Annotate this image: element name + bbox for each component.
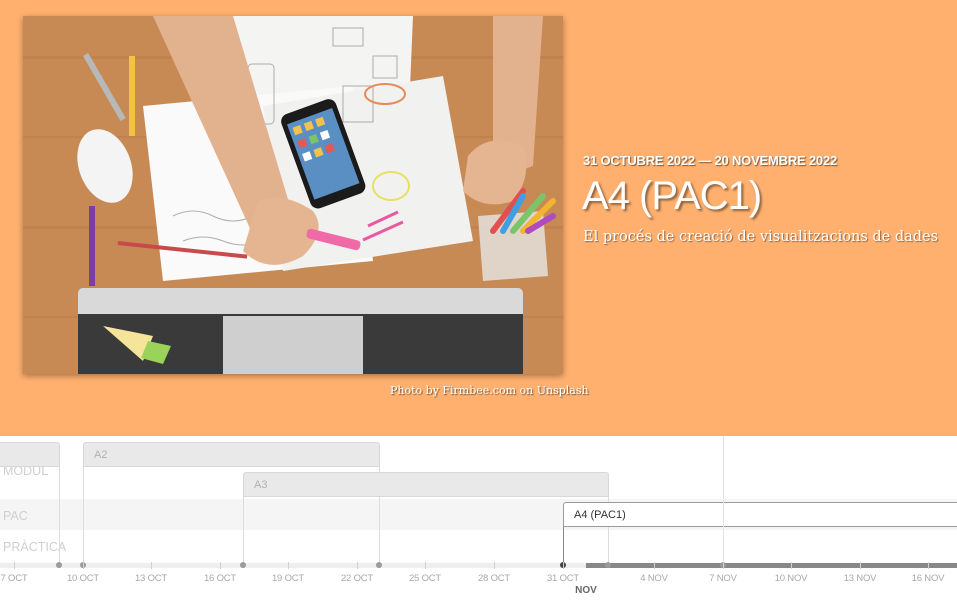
slide-title: A4 (PAC1)	[582, 174, 762, 218]
axis-tick-label: 4 NOV	[640, 573, 668, 584]
timeline-gridline	[723, 436, 724, 563]
timeline-marker-dot[interactable]	[56, 562, 62, 568]
axis-tick-label: 13 NOV	[843, 573, 877, 584]
timeline-event-a4-pac1[interactable]: A4 (PAC1)	[563, 502, 957, 527]
timeline-marker-dot[interactable]	[376, 562, 382, 568]
axis-tick	[220, 562, 221, 569]
axis-tick-label: 10 OCT	[66, 573, 100, 584]
axis-tick	[83, 562, 84, 569]
timeline-event-stem	[83, 467, 84, 563]
timeline-event-a3[interactable]: A3	[243, 472, 609, 497]
timeline-group-label-practica: PRÀCTICA	[3, 540, 67, 554]
axis-tick-label: 10 NOV	[774, 573, 808, 584]
timeline-event-stem	[59, 467, 60, 563]
photo-credit: Photo by Firmbee.com on Unsplash	[390, 384, 589, 397]
axis-tick	[494, 562, 495, 569]
axis-tick	[288, 562, 289, 569]
timeline-event-a2[interactable]: A2	[83, 442, 380, 467]
axis-tick-label: 22 OCT	[340, 573, 374, 584]
axis-tick-label: 25 OCT	[408, 573, 442, 584]
axis-tick	[14, 562, 15, 569]
slide-photo	[23, 16, 563, 374]
axis-tick-label: 7 OCT	[0, 573, 28, 584]
axis-tick-label: 31 OCT	[546, 573, 580, 584]
axis-month-label: NOV	[575, 585, 597, 596]
axis-tick	[791, 562, 792, 569]
axis-tick	[563, 562, 564, 569]
timeline-event-previous[interactable]	[0, 442, 60, 467]
slide-description: El procés de creació de visualitzacions …	[583, 229, 939, 245]
axis-tick	[928, 562, 929, 569]
timeline-marker-dot[interactable]	[240, 562, 246, 568]
slide: Photo by Firmbee.com on Unsplash 31 OCTU…	[0, 0, 957, 436]
slide-dates: 31 OCTUBRE 2022 — 20 NOVEMBRE 2022	[583, 153, 838, 168]
axis-tick	[860, 562, 861, 569]
axis-tick-label: 16 OCT	[203, 573, 237, 584]
axis-tick-label: 13 OCT	[134, 573, 168, 584]
timeline-group-label-pac: PAC	[3, 509, 28, 523]
axis-tick-label: 19 OCT	[271, 573, 305, 584]
axis-tick	[357, 562, 358, 569]
axis-tick-label: 7 NOV	[709, 573, 737, 584]
axis-tick-label: 28 OCT	[477, 573, 511, 584]
timeline-group-band-practica	[0, 530, 957, 562]
timeline-event-stem	[243, 497, 244, 563]
axis-tick-label: 16 NOV	[911, 573, 945, 584]
timeline-event-stem-active	[563, 527, 564, 563]
axis-tick	[723, 562, 724, 569]
timeline-marker-dot[interactable]	[605, 562, 611, 568]
timeline[interactable]: MODUL PAC PRÀCTICA A2 A3 A4 (PAC1) 7 OCT…	[0, 436, 957, 601]
axis-tick	[654, 562, 655, 569]
desk-photo-image	[23, 16, 563, 374]
axis-tick	[425, 562, 426, 569]
axis-tick	[151, 562, 152, 569]
timeline-axis-range-highlight	[586, 563, 957, 568]
